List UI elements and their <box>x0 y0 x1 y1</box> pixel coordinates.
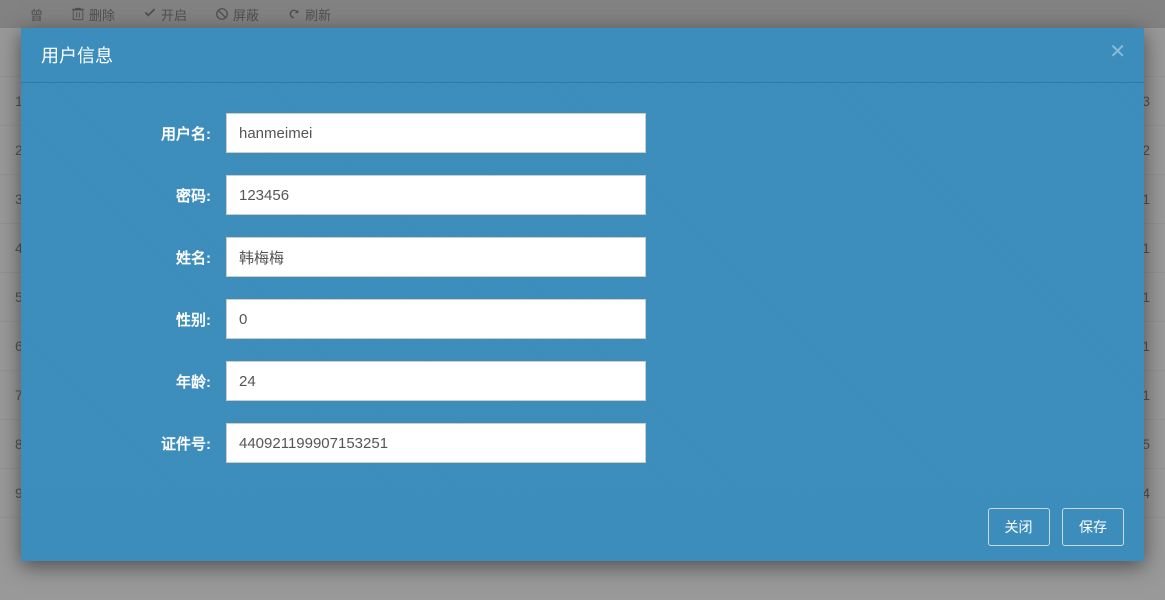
idnumber-label: 证件号: <box>71 433 226 454</box>
username-label: 用户名: <box>71 123 226 144</box>
name-label: 姓名: <box>71 247 226 268</box>
form-row-idnumber: 证件号: <box>71 423 1044 463</box>
password-input[interactable] <box>226 175 646 215</box>
close-icon[interactable]: ✕ <box>1109 42 1126 62</box>
idnumber-input[interactable] <box>226 423 646 463</box>
modal-title: 用户信息 <box>41 46 113 66</box>
age-label: 年龄: <box>71 371 226 392</box>
age-input[interactable] <box>226 361 646 401</box>
form-row-gender: 性别: <box>71 299 1044 339</box>
username-input[interactable] <box>226 113 646 153</box>
modal-footer: 关闭 保存 <box>21 493 1144 561</box>
user-info-modal: 用户信息 ✕ 用户名: 密码: 姓名: 性别: 年龄: <box>21 28 1144 561</box>
form-row-password: 密码: <box>71 175 1044 215</box>
form-row-name: 姓名: <box>71 237 1044 277</box>
form-row-username: 用户名: <box>71 113 1044 153</box>
close-button[interactable]: 关闭 <box>988 508 1050 546</box>
modal-header: 用户信息 <box>21 28 1144 83</box>
form-row-age: 年龄: <box>71 361 1044 401</box>
modal-overlay: 用户信息 ✕ 用户名: 密码: 姓名: 性别: 年龄: <box>0 0 1165 600</box>
save-button[interactable]: 保存 <box>1062 508 1124 546</box>
gender-label: 性别: <box>71 309 226 330</box>
gender-input[interactable] <box>226 299 646 339</box>
modal-body: 用户名: 密码: 姓名: 性别: 年龄: 证件号: <box>21 83 1144 493</box>
password-label: 密码: <box>71 185 226 206</box>
name-input[interactable] <box>226 237 646 277</box>
